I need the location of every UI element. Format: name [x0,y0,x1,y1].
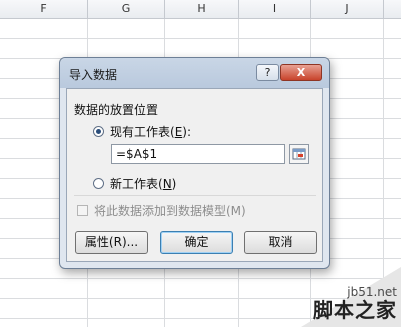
column-header-i[interactable]: I [239,0,311,18]
help-button[interactable]: ? [256,64,279,81]
properties-button[interactable]: 属性(R)... [75,231,148,254]
add-to-data-model-option: 将此数据添加到数据模型(M) [77,202,246,219]
new-worksheet-label: 新工作表(N) [110,177,177,191]
dialog-title: 导入数据 [69,68,118,82]
close-icon: X [296,66,306,79]
watermark-logo-text: 脚本之家 [313,298,397,322]
import-data-dialog: 导入数据 ? X 数据的放置位置 现有工作表(E): =$A$1 新工作表(N) [59,57,330,269]
cell-reference-input[interactable]: =$A$1 [111,144,285,164]
new-worksheet-radio[interactable] [93,178,104,189]
ok-button[interactable]: 确定 [160,231,233,254]
column-header-f[interactable]: F [0,0,88,18]
cancel-button[interactable]: 取消 [244,231,317,254]
column-header-j[interactable]: J [311,0,384,18]
range-select-button[interactable] [289,144,309,164]
add-to-data-model-label: 将此数据添加到数据模型(M) [94,204,246,218]
placement-section-label: 数据的放置位置 [74,103,159,117]
existing-worksheet-radio[interactable] [93,126,104,137]
range-select-icon [292,148,306,160]
dialog-body: 数据的放置位置 现有工作表(E): =$A$1 新工作表(N) 将此数据添加到数… [66,88,323,262]
add-to-data-model-checkbox [77,205,88,216]
divider [74,195,316,196]
column-header-bar: F G H I J [0,0,401,19]
column-header-g[interactable]: G [88,0,165,18]
close-button[interactable]: X [280,64,322,81]
existing-worksheet-label: 现有工作表(E): [110,125,192,139]
new-worksheet-option[interactable]: 新工作表(N) [93,175,176,192]
column-header-h[interactable]: H [165,0,239,18]
dialog-titlebar[interactable]: 导入数据 ? X [60,58,329,88]
existing-worksheet-option[interactable]: 现有工作表(E): [93,123,191,140]
